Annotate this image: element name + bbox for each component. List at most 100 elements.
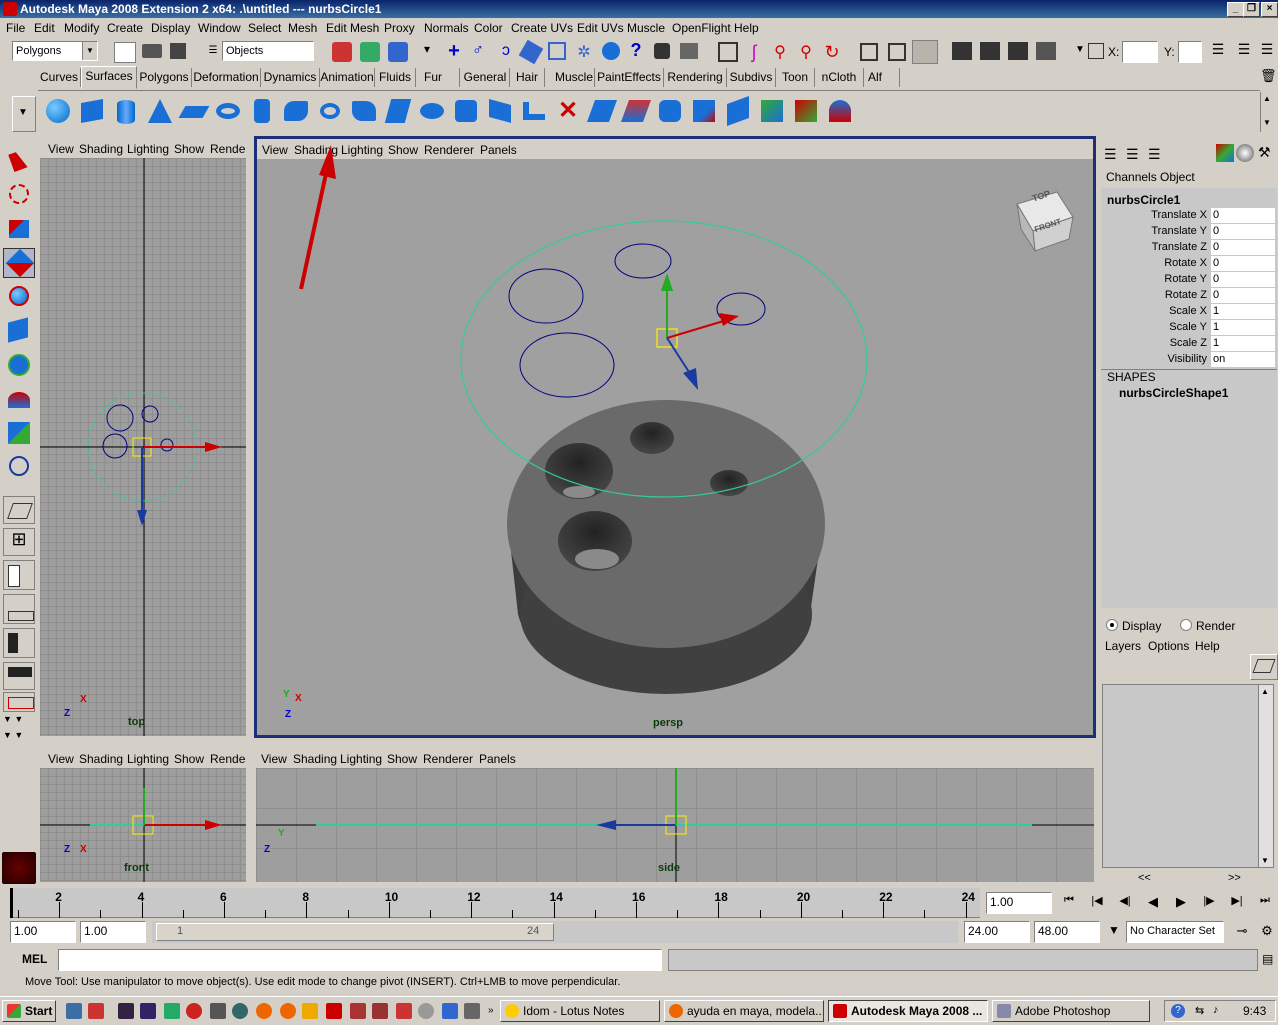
vp-menu-renderer[interactable]: Renderer [423, 752, 473, 766]
tab-painteffects[interactable]: PaintEffects [595, 68, 664, 87]
tab-fluids[interactable]: Fluids [375, 68, 416, 87]
birail-icon[interactable] [384, 99, 412, 123]
vp-menu-lighting[interactable]: Lighting [340, 752, 382, 766]
attribute-value[interactable]: 0 [1211, 256, 1275, 271]
minimize-button[interactable]: _ [1227, 2, 1244, 17]
tab-object[interactable]: Object [1160, 170, 1195, 184]
detach-surfaces-icon[interactable] [659, 100, 681, 122]
rebuild-surfaces-icon[interactable] [761, 100, 783, 122]
attribute-value[interactable]: on [1211, 352, 1275, 367]
open-scene-icon[interactable] [142, 44, 162, 58]
attribute-value[interactable]: 0 [1211, 240, 1275, 255]
quicklaunch-app7-icon[interactable] [372, 1003, 388, 1019]
tab-fur[interactable]: Fur [416, 68, 460, 87]
quicklaunch-app3-icon[interactable] [186, 1003, 202, 1019]
planar-icon[interactable] [320, 103, 340, 119]
shelf-options-button[interactable]: ▼ [12, 96, 36, 132]
task-browser[interactable]: ayuda en maya, modela... [664, 1000, 824, 1022]
nurbs-cone-icon[interactable] [148, 99, 172, 123]
output-ops-icon[interactable] [888, 43, 906, 61]
task-photoshop[interactable]: Adobe Photoshop [992, 1000, 1150, 1022]
nurbs-sphere-icon[interactable] [46, 99, 70, 123]
handle-mask-icon[interactable]: ♂ [468, 42, 488, 62]
tab-rendering[interactable]: Rendering [664, 68, 727, 87]
mode-menu[interactable]: Polygons ▼ [12, 41, 98, 61]
snap-grid-icon[interactable] [718, 42, 738, 62]
persp-outliner-layout-button[interactable] [3, 560, 35, 590]
go-to-end-icon[interactable]: ⏭ [1254, 894, 1276, 914]
vp-menu-show[interactable]: Show [174, 752, 204, 766]
mask-menu-icon[interactable]: ▾ [418, 42, 436, 62]
attribute-row[interactable]: Rotate Z 0 [1101, 288, 1277, 304]
help-icon[interactable]: ? [1171, 1004, 1185, 1018]
vp-menu-panels[interactable]: Panels [479, 752, 516, 766]
new-scene-icon[interactable] [114, 42, 136, 63]
save-scene-icon[interactable] [170, 43, 186, 59]
show-manipulator-button[interactable] [3, 418, 35, 448]
animation-preferences-icon[interactable]: ⚙ [1258, 923, 1276, 943]
quicklaunch-folder-icon[interactable] [302, 1003, 318, 1019]
attribute-row[interactable]: Translate Y 0 [1101, 224, 1277, 240]
tab-hair[interactable]: Hair [510, 68, 545, 87]
vp-menu-panels[interactable]: Panels [480, 143, 517, 157]
vp-menu-show[interactable]: Show [174, 142, 204, 156]
vp-menu-show[interactable]: Show [388, 143, 418, 157]
quicklaunch-app11-icon[interactable] [464, 1003, 480, 1019]
menu-window[interactable]: Window [198, 21, 241, 35]
vp-menu-renderer[interactable]: Render [210, 142, 246, 156]
last-tool-button[interactable] [3, 452, 35, 482]
menu-help[interactable]: Help [734, 21, 759, 35]
quicklaunch-app9-icon[interactable] [418, 1003, 434, 1019]
menu-muscle[interactable]: Muscle [627, 21, 665, 35]
menu-edit-uvs[interactable]: Edit UVs [577, 21, 624, 35]
tab-muscle[interactable]: Muscle [554, 68, 595, 87]
viewport-persp[interactable]: View Shading Lighting Show Renderer Pane… [254, 136, 1096, 738]
quicklaunch-app5-icon[interactable] [232, 1003, 248, 1019]
attribute-row[interactable]: Rotate Y 0 [1101, 272, 1277, 288]
lock-icon[interactable] [654, 43, 670, 59]
tab-channels[interactable]: Channels [1106, 170, 1157, 184]
sculpt-tool-icon[interactable] [795, 100, 817, 122]
trash-icon[interactable]: 🗑 [1260, 68, 1277, 86]
surface-editing-icon[interactable] [829, 100, 851, 122]
close-button[interactable]: × [1261, 2, 1278, 17]
viewport-top[interactable]: View Shading Lighting Show Render X Z to… [40, 138, 246, 736]
tab-alf[interactable]: Alf [864, 68, 900, 87]
step-forward-key-icon[interactable]: ▶| [1226, 894, 1248, 914]
quicklaunch-firefox2-icon[interactable] [280, 1003, 296, 1019]
shelf-scrollbar[interactable]: ▲ ▼ [1260, 92, 1275, 132]
current-time-marker[interactable] [10, 888, 13, 918]
boundary-icon[interactable] [420, 103, 444, 119]
attribute-row[interactable]: Scale X 1 [1101, 304, 1277, 320]
y-input[interactable] [1178, 41, 1202, 63]
play-forward-icon[interactable]: ▶ [1170, 894, 1192, 914]
help-menu[interactable]: Help [1195, 639, 1220, 653]
extrude-icon[interactable] [352, 101, 376, 121]
attribute-row[interactable]: Visibility on [1101, 352, 1277, 368]
layer-list[interactable]: ▲ ▼ [1102, 684, 1274, 868]
vp-menu-view[interactable]: View [261, 752, 287, 766]
bevel-plus-icon[interactable] [523, 102, 545, 120]
task-lotus-notes[interactable]: Idom - Lotus Notes [500, 1000, 660, 1022]
menu-edit[interactable]: Edit [34, 21, 55, 35]
attribute-row[interactable]: Translate X 0 [1101, 208, 1277, 224]
step-back-key-icon[interactable]: |◀ [1086, 894, 1108, 914]
snap-point-icon[interactable]: ⚲ [770, 42, 790, 62]
menu-edit-mesh[interactable]: Edit Mesh [326, 21, 379, 35]
tab-general[interactable]: General [461, 68, 510, 87]
menu-select[interactable]: Select [248, 21, 281, 35]
display-radio[interactable] [1106, 619, 1118, 631]
quicklaunch-app6-icon[interactable] [350, 1003, 366, 1019]
menu-create[interactable]: Create [107, 21, 143, 35]
tool-settings-icon[interactable]: ☰ [1234, 41, 1254, 61]
attribute-row[interactable]: Scale Z 1 [1101, 336, 1277, 352]
auto-key-icon[interactable]: ⊸ [1232, 923, 1252, 943]
attribute-row[interactable]: Translate Z 0 [1101, 240, 1277, 256]
vp-menu-view[interactable]: View [48, 752, 74, 766]
playback-start-field[interactable]: 1.00 [80, 921, 146, 943]
select-tool-button[interactable] [3, 148, 35, 178]
render-radio[interactable] [1180, 619, 1192, 631]
menu-modify[interactable]: Modify [64, 21, 99, 35]
tab-deformation[interactable]: Deformation [192, 68, 261, 87]
tab-surfaces[interactable]: Surfaces [81, 66, 137, 89]
